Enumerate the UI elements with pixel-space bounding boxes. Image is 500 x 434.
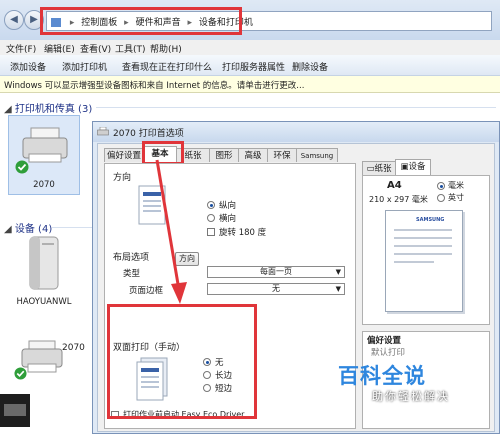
device-label: 2070 [33,180,55,190]
add-device-button[interactable]: 添加设备 [10,60,46,73]
menu-edit[interactable]: 编辑(E) [44,42,75,55]
default-check-icon [14,367,27,380]
orientation-landscape-label: 横向 [219,214,237,224]
watermark-subtitle: 助你轻松解决 [372,390,450,403]
section-printers-header[interactable]: ◢ 打印机和传真 (3) [4,100,92,115]
divider [96,107,496,108]
unit-mm-radio[interactable] [437,182,445,190]
device-tile-printer-2070[interactable]: 2070 [8,115,80,195]
back-button[interactable]: ◀ [4,10,24,30]
unit-inch-label: 英寸 [448,193,464,202]
orientation-portrait-radio[interactable] [207,201,215,209]
orientation-portrait-label: 纵向 [219,201,237,211]
unit-inch-radio[interactable] [437,194,445,202]
paper-dimensions: 210 x 297 毫米 [369,195,428,204]
info-bar[interactable]: Windows 可以显示增强型设备图标和来自 Internet 的信息。请单击进… [0,76,500,93]
tab-advanced[interactable]: 高级 [238,148,268,162]
preview-panel: A4 210 x 297 毫米 毫米 英寸 SAMSUNG [362,175,490,325]
rotate-180-label: 旋转 180 度 [219,228,267,238]
print-server-properties-button[interactable]: 打印服务器属性 [222,60,285,73]
device-details-label: 2070 [62,343,85,353]
page-border-select[interactable]: 无 ▼ [207,283,345,295]
orientation-landscape-radio[interactable] [207,214,215,222]
right-tab-device[interactable]: ▣设备 [395,159,431,175]
orientation-title: 方向 [113,173,132,183]
page-preview: SAMSUNG [385,210,463,312]
collapse-icon: ◢ [4,224,15,235]
tab-graphics[interactable]: 图形 [209,148,239,162]
watermark: 百科全说 助你轻松解决 [338,360,498,410]
watermark-title: 百科全说 [338,364,426,388]
device-label: HAOYUANWL [16,297,72,307]
info-bar-text: Windows 可以显示增强型设备图标和来自 Internet 的信息。请单击进… [4,81,305,91]
remove-device-button[interactable]: 删除设备 [292,60,328,73]
tab-eco[interactable]: 环保 [267,148,297,162]
layout-options-title: 布局选项 [113,253,150,263]
command-bar: 添加设备 添加打印机 查看现在正在打印什么 打印服务器属性 删除设备 [0,55,500,76]
printer-small-icon: ▣ [400,162,409,172]
menu-help[interactable]: 帮助(H) [150,42,182,55]
layout-type-value: 每面一页 [260,267,292,276]
brand-logo: SAMSUNG [416,217,445,223]
computer-tower-icon [29,236,59,290]
dialog-title-bar[interactable]: 2070 打印首选项 [93,122,499,142]
right-tab-strip: ▭纸张 ▣设备 [362,159,432,175]
menu-bar: 文件(F) 编辑(E) 查看(V) 工具(T) 帮助(H) [0,40,500,55]
arrow-icon [155,159,187,304]
see-printing-button[interactable]: 查看现在正在打印什么 [122,60,212,73]
favorites-title: 偏好设置 [367,336,402,346]
highlight-box [107,304,257,419]
layout-type-select[interactable]: 每面一页 ▼ [207,266,345,278]
tab-samsung[interactable]: Samsung [296,148,338,162]
divider [52,227,92,228]
favorites-item[interactable]: 默认打印 [371,346,405,358]
collapse-icon: ◢ [4,104,15,115]
add-printer-button[interactable]: 添加打印机 [62,60,107,73]
default-check-icon [15,160,29,174]
menu-file[interactable]: 文件(F) [6,42,36,55]
unit-mm-label: 毫米 [448,181,464,190]
layout-type-label: 类型 [123,269,141,279]
dialog-title: 2070 打印首选项 [113,129,184,139]
highlight-box [40,7,242,35]
device-tile-haoyuanwl[interactable]: HAOYUANWL [8,235,80,313]
section-devices-header[interactable]: ◢ 设备 (4) [4,220,52,235]
chevron-down-icon: ▼ [335,285,341,293]
menu-tools[interactable]: 工具(T) [115,42,146,55]
rotate-180-checkbox[interactable] [207,228,215,236]
paper-size-name: A4 [387,180,402,191]
menu-view[interactable]: 查看(V) [80,42,111,55]
title-bar: ◀ ▶ ▸ 控制面板 ▸ 硬件和声音 ▸ 设备和打印机 [0,0,500,41]
right-tab-paper[interactable]: ▭纸张 [362,161,396,175]
paper-icon: ▭ [366,164,375,174]
page-border-value: 无 [272,284,280,293]
thumbnail-image [0,394,30,427]
chevron-down-icon: ▼ [335,268,341,276]
printer-icon [97,127,109,136]
tab-favorites[interactable]: 偏好设置 [104,148,144,162]
